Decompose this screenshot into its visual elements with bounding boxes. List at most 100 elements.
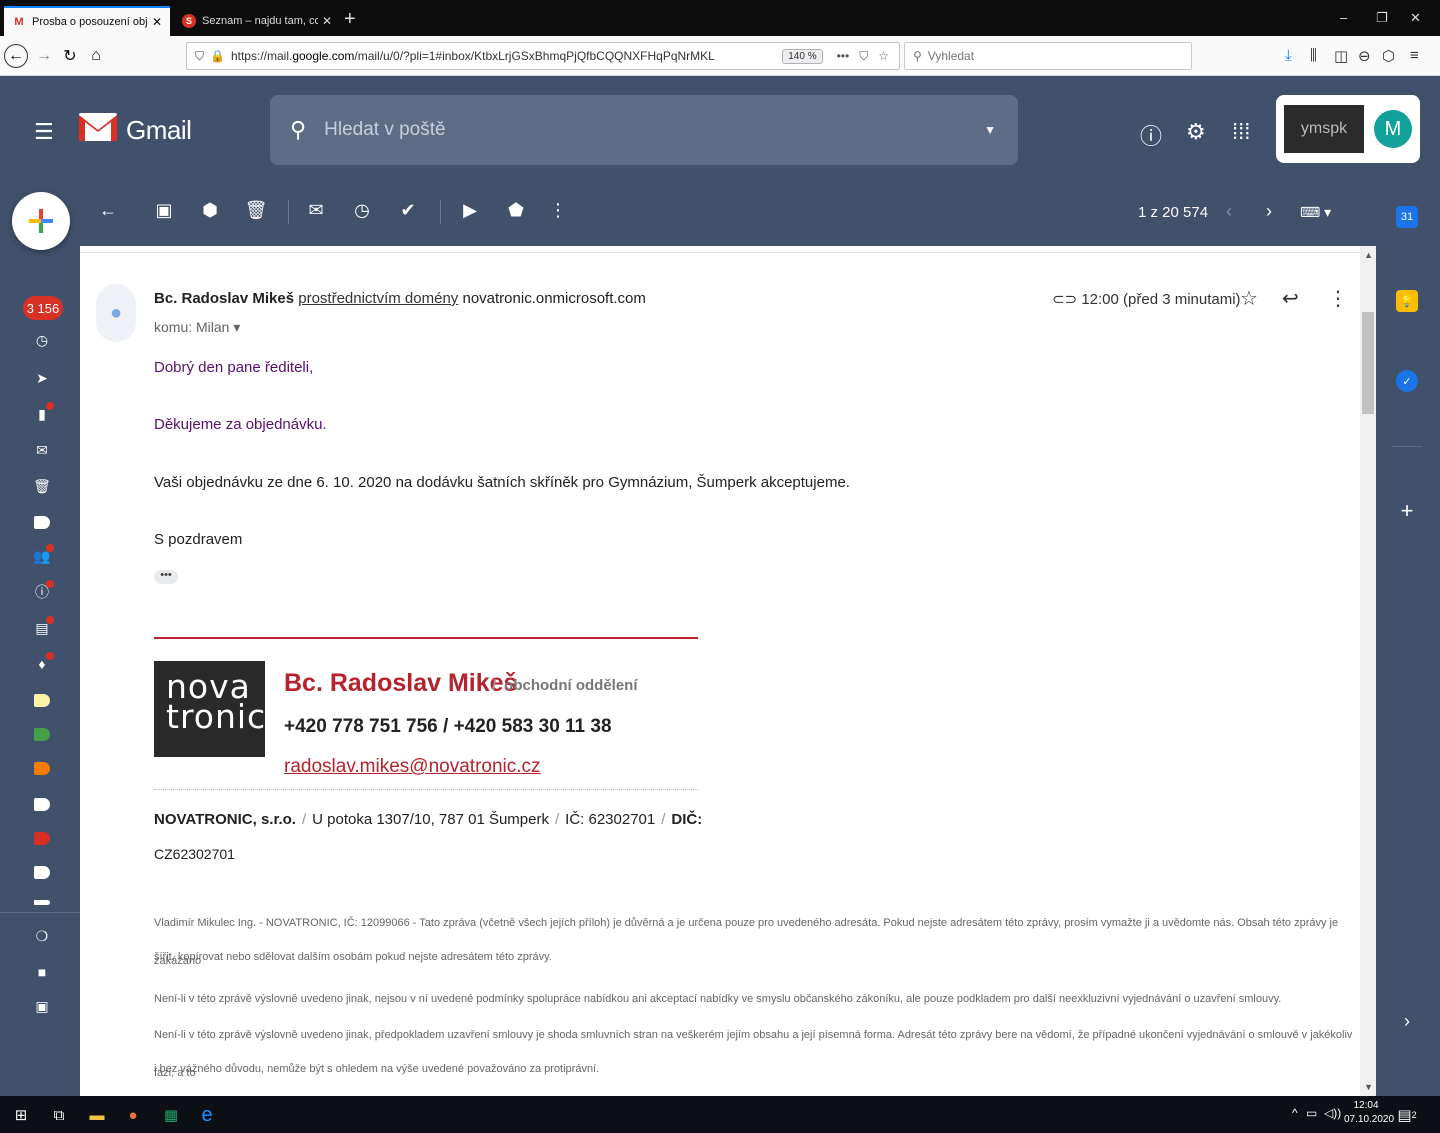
close-tab-icon[interactable]: ✕ [152, 15, 162, 29]
keep-icon[interactable]: 💡 [1396, 290, 1418, 312]
notifications-icon[interactable]: ▤ 2 [1396, 1105, 1418, 1125]
report-spam-icon[interactable]: ⬢ [198, 200, 222, 221]
volume-icon[interactable]: ◁)) [1324, 1106, 1341, 1120]
browser-search-input[interactable]: ⚲ Vyhledat [904, 42, 1192, 70]
delete-icon[interactable]: 🗑 [244, 200, 268, 221]
sent-icon[interactable]: ➤ [34, 370, 50, 386]
main-menu-icon[interactable]: ☰ [34, 119, 54, 145]
menu-icon[interactable]: ≡ [1410, 47, 1419, 64]
internet-explorer-icon[interactable]: e [196, 1104, 218, 1126]
expand-panel-chevron-icon[interactable]: › [1396, 1010, 1418, 1032]
compose-button[interactable] [12, 192, 70, 250]
excel-icon[interactable]: ▦ [160, 1105, 182, 1125]
account-icon[interactable]: ⊖ [1358, 47, 1371, 65]
mark-unread-icon[interactable]: ✉ [304, 200, 328, 221]
network-icon[interactable]: ▭ [1306, 1106, 1317, 1120]
add-to-tasks-icon[interactable]: ✔ [396, 200, 420, 221]
drafts-icon[interactable]: ▮ [34, 402, 54, 422]
close-window-icon[interactable]: ✕ [1410, 10, 1421, 26]
social-icon[interactable]: 👥 [33, 544, 54, 564]
tab-gmail[interactable]: M Prosba o posouzení objednávky ✕ [4, 6, 170, 36]
windows-start-icon[interactable]: ⊞ [10, 1105, 32, 1125]
move-to-icon[interactable]: ▶ [458, 200, 482, 221]
calendar-icon[interactable]: ▣ [34, 998, 50, 1014]
firefox-icon[interactable]: ● [122, 1105, 144, 1125]
labels-icon[interactable]: ⬟ [504, 200, 528, 221]
shield-icon[interactable]: ⛉ [195, 49, 204, 64]
new-tab-button[interactable]: + [344, 9, 356, 29]
taskbar-clock[interactable]: 12:04 07.10.2020 [1344, 1099, 1394, 1127]
newer-chevron-icon[interactable]: ‹ [1226, 201, 1232, 222]
forums-icon[interactable]: ▤ [34, 616, 54, 636]
avatar[interactable]: M [1374, 110, 1412, 148]
restore-icon[interactable]: ❐ [1376, 10, 1388, 26]
calendar-icon[interactable]: 31 [1396, 206, 1418, 228]
app-title[interactable]: Gmail [126, 115, 192, 146]
star-icon[interactable]: ☆ [1240, 286, 1258, 311]
pocket-icon[interactable]: ⛉ [859, 49, 868, 64]
inbox-unread-badge[interactable]: 3 156 [23, 296, 63, 320]
account-box[interactable]: ymspk M [1276, 95, 1420, 163]
show-trimmed-content-button[interactable]: ••• [154, 570, 178, 584]
task-view-icon[interactable]: ⧉ [48, 1105, 70, 1125]
promotions-icon[interactable]: ♦ [34, 652, 54, 672]
scroll-up-icon[interactable]: ▲ [1364, 250, 1373, 260]
settings-gear-icon[interactable]: ⚙ [1186, 119, 1206, 145]
gmail-logo-icon[interactable] [78, 112, 118, 142]
scroll-down-icon[interactable]: ▼ [1364, 1082, 1373, 1092]
sender-avatar-icon[interactable]: ● [96, 284, 136, 342]
downloads-icon[interactable]: ⤓ [1285, 47, 1292, 64]
label-icon[interactable] [34, 516, 50, 529]
label-white-icon[interactable] [34, 866, 50, 879]
back-button[interactable]: ← [4, 44, 28, 68]
recipient-line[interactable]: komu: Milan ▾ [154, 319, 240, 336]
more-actions-icon[interactable]: ⋮ [1328, 286, 1348, 311]
search-options-icon[interactable]: ▼ [984, 123, 996, 137]
tab-seznam[interactable]: S Seznam – najdu tam, co neznám ✕ [174, 6, 340, 36]
meet-video-icon[interactable]: ■ [34, 964, 50, 980]
apps-grid-icon[interactable]: ⁞⁞⁞ [1232, 119, 1250, 145]
close-tab-icon[interactable]: ✕ [322, 14, 332, 28]
all-mail-icon[interactable]: ✉ [34, 442, 50, 458]
tray-chevron-icon[interactable]: ^ [1292, 1106, 1298, 1120]
snoozed-clock-icon[interactable]: ◷ [34, 332, 50, 348]
label-white-icon[interactable] [34, 900, 50, 905]
input-tools-keyboard-icon[interactable]: ⌨ ▾ [1300, 204, 1331, 221]
lock-icon[interactable]: 🔒 [210, 49, 225, 63]
bookmark-star-icon[interactable]: ☆ [878, 49, 889, 63]
back-to-inbox-icon[interactable]: ← [96, 200, 120, 221]
label-orange-icon[interactable] [34, 762, 50, 775]
trash-icon[interactable]: 🗑 [33, 478, 51, 494]
hangouts-icon[interactable]: ❍ [34, 928, 50, 944]
file-explorer-icon[interactable]: ▬ [86, 1105, 108, 1125]
search-icon[interactable]: ⚲ [290, 117, 306, 143]
reply-icon[interactable]: ↩ [1282, 286, 1299, 311]
url-bar[interactable]: ⛉ 🔒 https://mail.google.com/mail/u/0/?pl… [186, 42, 900, 70]
zoom-level[interactable]: 140 % [782, 48, 823, 64]
mail-search-input[interactable]: ⚲ Hledat v poště ▼ [270, 95, 1018, 165]
label-green-icon[interactable] [34, 728, 50, 741]
label-red-icon[interactable] [34, 832, 50, 845]
help-icon[interactable]: ⓘ [1140, 119, 1162, 151]
label-yellow-icon[interactable] [34, 694, 50, 707]
sidebar-icon[interactable]: ◫ [1334, 47, 1348, 65]
chevron-down-icon[interactable]: ▾ [233, 319, 240, 335]
updates-icon[interactable]: ⓘ [34, 580, 54, 600]
archive-icon[interactable]: ▣ [152, 200, 176, 221]
library-icon[interactable]: ⫼ [1310, 47, 1317, 64]
label-white-icon[interactable] [34, 798, 50, 811]
home-button[interactable]: ⌂ [84, 44, 108, 68]
more-options-icon[interactable]: ⋮ [546, 200, 570, 221]
reload-button[interactable]: ↻ [58, 44, 82, 68]
minimize-icon[interactable]: – [1340, 10, 1347, 25]
via-domain-link[interactable]: prostřednictvím domény [298, 290, 458, 307]
extension-icon[interactable]: ⬡ [1382, 47, 1395, 65]
forward-button[interactable]: → [32, 44, 56, 68]
page-actions-icon[interactable]: ••• [837, 49, 850, 63]
sender-line[interactable]: Bc. Radoslav Mikeš prostřednictvím domén… [154, 290, 646, 307]
scrollbar[interactable]: ▲ ▼ [1360, 246, 1376, 1096]
signature-email-link[interactable]: radoslav.mikes@novatronic.cz [284, 756, 541, 778]
add-addon-plus-icon[interactable]: + [1396, 498, 1418, 523]
sender-name[interactable]: Bc. Radoslav Mikeš [154, 290, 294, 307]
scrollbar-thumb[interactable] [1362, 312, 1374, 414]
